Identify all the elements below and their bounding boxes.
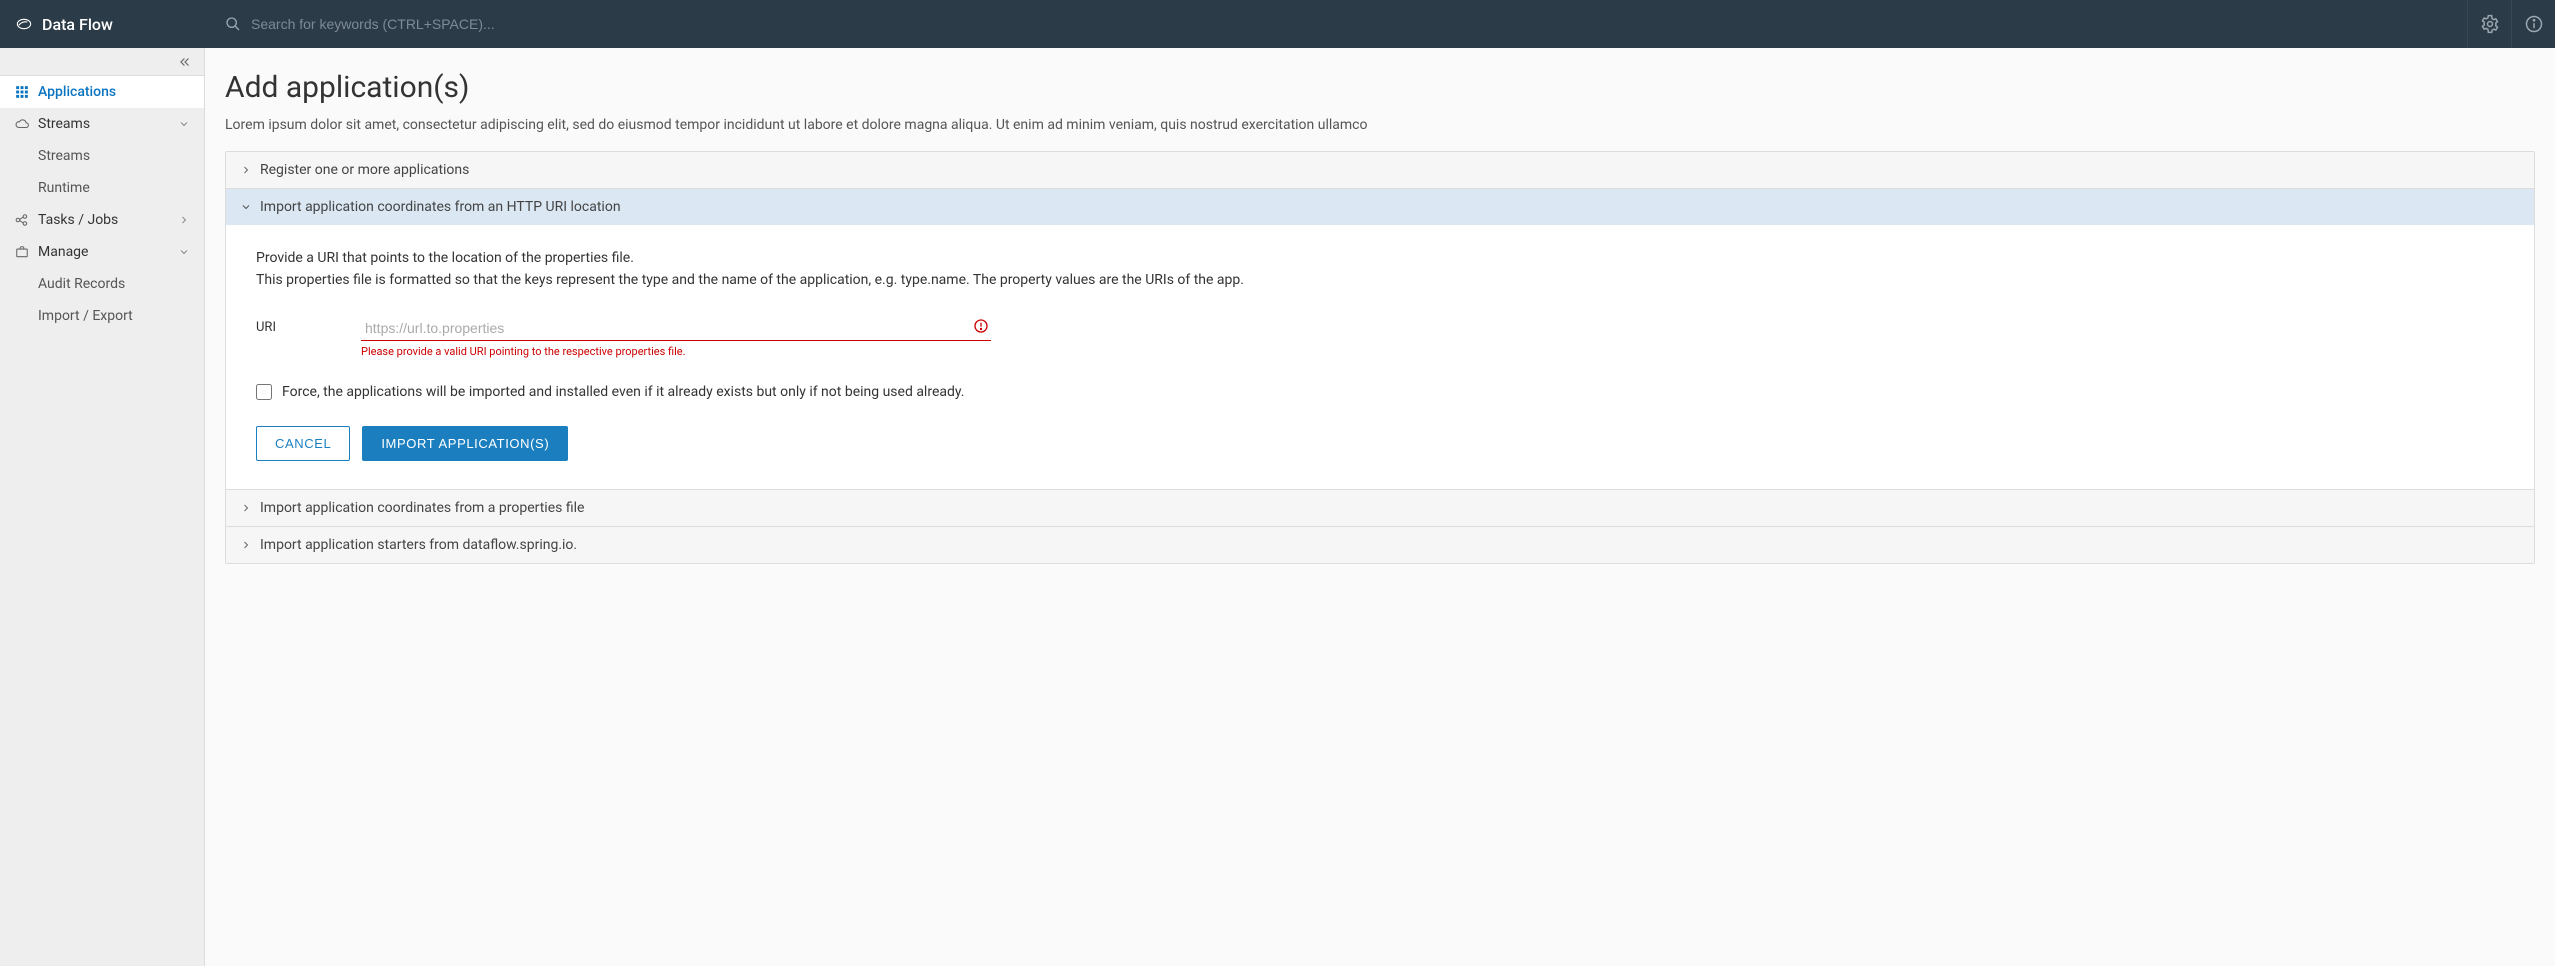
sidebar-sub-import-export[interactable]: Import / Export	[0, 300, 204, 332]
accordion-title: Import application coordinates from an H…	[260, 199, 621, 215]
sidebar-item-tasks[interactable]: Tasks / Jobs	[0, 204, 204, 236]
sidebar-sub-label: Audit Records	[38, 276, 125, 292]
gear-icon	[2480, 14, 2500, 34]
page-subtitle: Lorem ipsum dolor sit amet, consectetur …	[225, 117, 2535, 133]
sidebar-item-manage[interactable]: Manage	[0, 236, 204, 268]
info-icon	[2524, 14, 2544, 34]
chevron-down-icon	[178, 246, 190, 258]
sidebar-sub-audit[interactable]: Audit Records	[0, 268, 204, 300]
uri-field-wrap: Please provide a valid URI pointing to t…	[361, 316, 991, 358]
cloud-icon	[14, 116, 30, 132]
accordion-item-import-uri: Import application coordinates from an H…	[226, 188, 2534, 489]
accordion-header-import-uri[interactable]: Import application coordinates from an H…	[226, 189, 2534, 225]
nodes-icon	[14, 212, 30, 228]
sidebar-sub-label: Streams	[38, 148, 90, 164]
chevron-right-icon	[240, 164, 252, 176]
page-title: Add application(s)	[225, 70, 2535, 105]
accordion-item-import-starters: Import application starters from dataflo…	[226, 526, 2534, 563]
brand: Data Flow	[0, 0, 205, 48]
sidebar-collapse-button[interactable]	[0, 48, 204, 76]
sidebar-item-streams[interactable]: Streams	[0, 108, 204, 140]
search-input[interactable]	[251, 16, 2467, 32]
sidebar-sub-label: Import / Export	[38, 308, 133, 324]
form-description-line: This properties file is formatted so tha…	[256, 272, 1244, 288]
accordion: Register one or more applications Import…	[225, 151, 2535, 564]
accordion-body-import-uri: Provide a URI that points to the locatio…	[226, 225, 2534, 489]
cancel-button[interactable]: CANCEL	[256, 426, 350, 461]
brand-name: Data Flow	[42, 15, 113, 34]
sidebar-item-label: Tasks / Jobs	[38, 212, 118, 228]
chevron-double-left-icon	[178, 55, 192, 69]
uri-input[interactable]	[361, 316, 991, 341]
accordion-title: Register one or more applications	[260, 162, 469, 178]
chevron-down-icon	[240, 201, 252, 213]
sidebar-item-applications[interactable]: Applications	[0, 76, 204, 108]
chevron-right-icon	[178, 214, 190, 226]
accordion-title: Import application starters from dataflo…	[260, 537, 577, 553]
topbar: Data Flow	[0, 0, 2555, 48]
button-row: CANCEL IMPORT APPLICATION(S)	[256, 426, 2504, 461]
sidebar-sub-label: Runtime	[38, 180, 90, 196]
force-checkbox-label[interactable]: Force, the applications will be imported…	[282, 384, 964, 400]
settings-button[interactable]	[2467, 0, 2511, 48]
uri-label: URI	[256, 316, 341, 335]
accordion-header-import-starters[interactable]: Import application starters from dataflo…	[226, 527, 2534, 563]
accordion-item-register: Register one or more applications	[226, 152, 2534, 188]
sidebar: Applications Streams Streams Runtime Tas…	[0, 48, 205, 966]
accordion-header-register[interactable]: Register one or more applications	[226, 152, 2534, 188]
top-actions	[2467, 0, 2555, 48]
chevron-down-icon	[178, 118, 190, 130]
briefcase-icon	[14, 244, 30, 260]
accordion-header-import-file[interactable]: Import application coordinates from a pr…	[226, 490, 2534, 526]
accordion-item-import-file: Import application coordinates from a pr…	[226, 489, 2534, 526]
sidebar-sub-streams[interactable]: Streams	[0, 140, 204, 172]
error-icon	[973, 318, 989, 334]
form-description: Provide a URI that points to the locatio…	[256, 247, 2504, 292]
force-checkbox[interactable]	[256, 384, 272, 400]
force-checkbox-row: Force, the applications will be imported…	[256, 384, 2504, 400]
info-button[interactable]	[2511, 0, 2555, 48]
brand-logo-icon	[16, 16, 32, 32]
chevron-right-icon	[240, 539, 252, 551]
main-content: Add application(s) Lorem ipsum dolor sit…	[205, 48, 2555, 966]
import-applications-button[interactable]: IMPORT APPLICATION(S)	[362, 426, 568, 461]
chevron-right-icon	[240, 502, 252, 514]
form-row-uri: URI Please provide a valid URI pointing …	[256, 316, 2504, 358]
grid-icon	[14, 84, 30, 100]
form-description-line: Provide a URI that points to the locatio…	[256, 250, 634, 266]
uri-error-message: Please provide a valid URI pointing to t…	[361, 345, 991, 358]
sidebar-item-label: Applications	[38, 84, 116, 100]
search-icon	[225, 16, 241, 32]
sidebar-item-label: Streams	[38, 116, 90, 132]
accordion-title: Import application coordinates from a pr…	[260, 500, 584, 516]
search-wrap	[205, 0, 2467, 48]
sidebar-sub-runtime[interactable]: Runtime	[0, 172, 204, 204]
sidebar-item-label: Manage	[38, 244, 88, 260]
